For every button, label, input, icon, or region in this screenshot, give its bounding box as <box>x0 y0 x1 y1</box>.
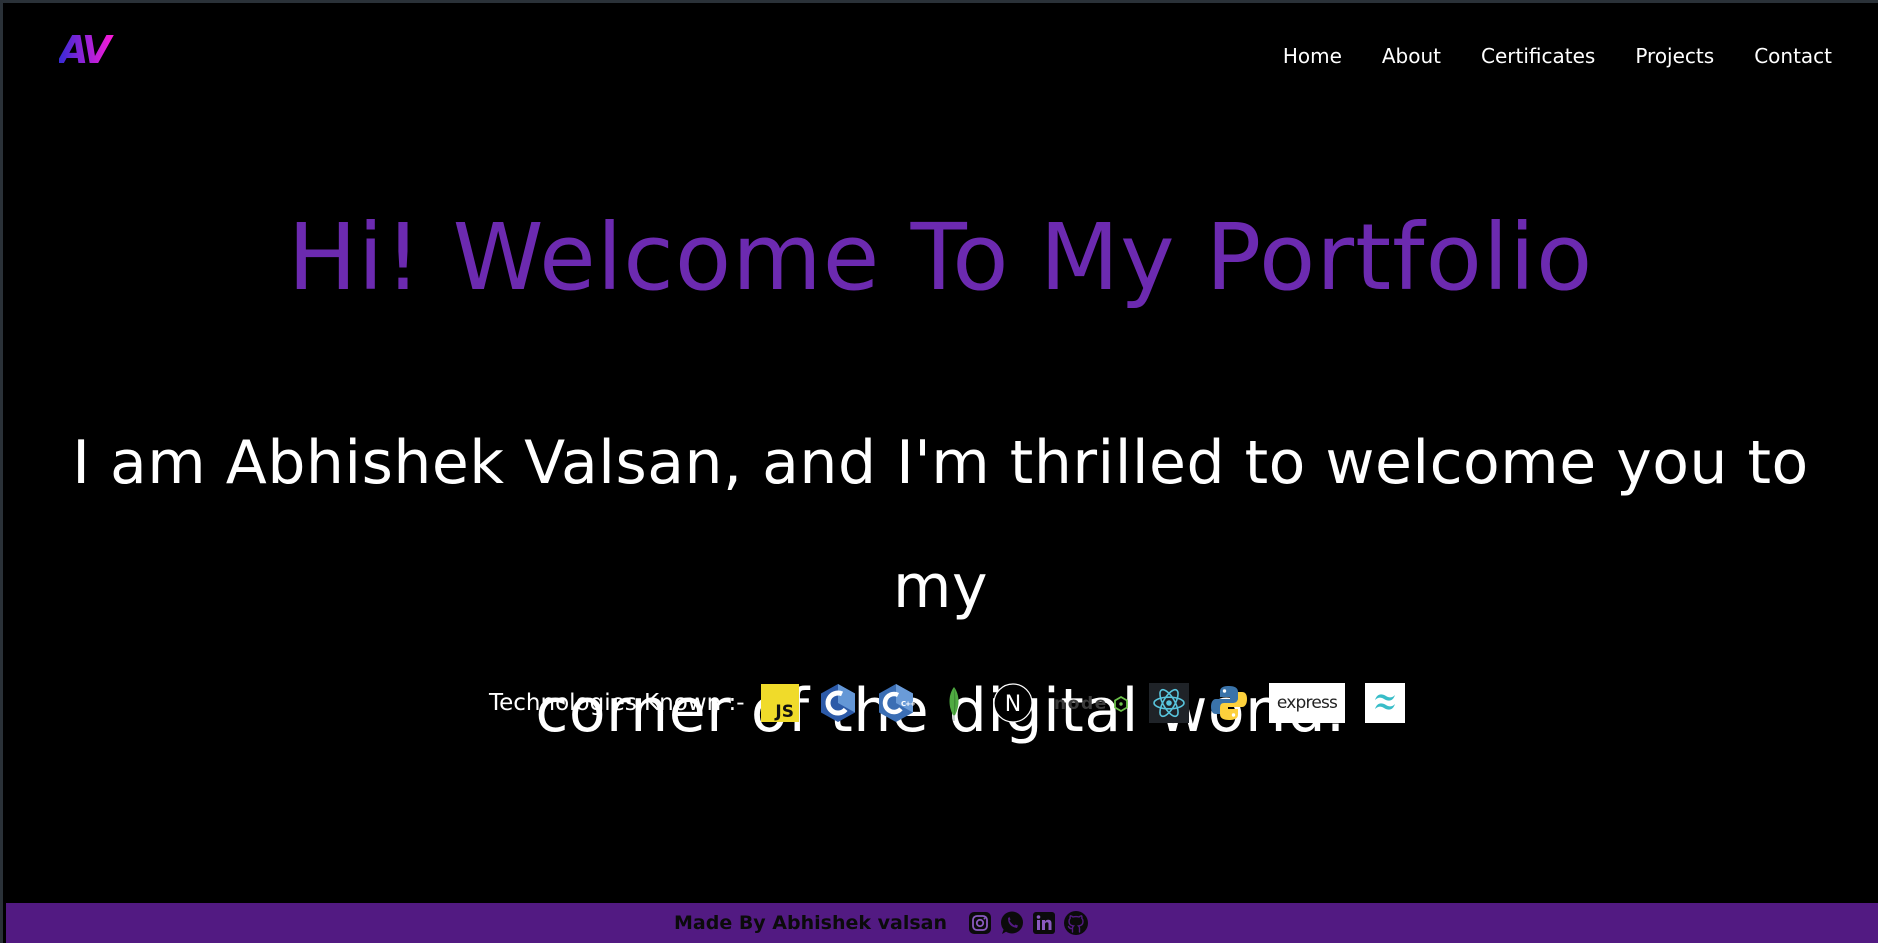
python-icon <box>1209 683 1249 723</box>
express-icon: express <box>1268 683 1345 723</box>
instagram-icon[interactable] <box>967 910 993 936</box>
nodejs-icon: node <box>1053 683 1129 723</box>
main-nav: Home About Certificates Projects Contact <box>1283 44 1832 68</box>
nav-home[interactable]: Home <box>1283 44 1342 68</box>
technologies-row: Technologies Known :- JS C++ N node expr… <box>489 681 1405 725</box>
social-links <box>967 909 1090 937</box>
nextjs-icon-text: N <box>1004 692 1020 717</box>
nav-about[interactable]: About <box>1382 44 1441 68</box>
tailwind-icon <box>1364 683 1405 723</box>
intro-line-1: I am Abhishek Valsan, and I'm thrilled t… <box>72 428 1809 622</box>
cpp-icon-text: C++ <box>901 700 915 708</box>
footer-content: Made By Abhishek valsan <box>674 909 1090 937</box>
javascript-icon-text: JS <box>774 702 794 722</box>
javascript-icon: JS <box>760 683 799 723</box>
brand-logo[interactable]: AV <box>59 29 115 69</box>
footer: Made By Abhishek valsan <box>6 903 1878 943</box>
page: AV Home About Certificates Projects Cont… <box>0 0 1878 943</box>
footer-credit: Made By Abhishek valsan <box>673 912 947 934</box>
whatsapp-icon[interactable] <box>998 909 1026 937</box>
nav-certificates[interactable]: Certificates <box>1481 44 1595 68</box>
react-icon <box>1148 683 1189 723</box>
cpp-icon: C++ <box>877 683 915 723</box>
nextjs-icon: N <box>992 683 1033 723</box>
github-icon[interactable] <box>1062 909 1090 937</box>
linkedin-icon[interactable] <box>1031 910 1057 936</box>
nav-projects[interactable]: Projects <box>1635 44 1714 68</box>
hero-title: Hi! Welcome To My Portfolio <box>287 204 1594 311</box>
c-icon: C <box>819 683 857 723</box>
nodejs-icon-text: node <box>1054 694 1108 714</box>
mongodb-icon <box>935 683 973 723</box>
technology-icons: JS C C++ <box>760 683 1405 723</box>
nav-contact[interactable]: Contact <box>1754 44 1832 68</box>
brand-logo-text: AV <box>59 29 114 69</box>
express-icon-text: express <box>1276 693 1337 713</box>
av-logo-icon: AV <box>59 29 115 69</box>
technologies-label: Technologies Known :- <box>489 690 745 716</box>
